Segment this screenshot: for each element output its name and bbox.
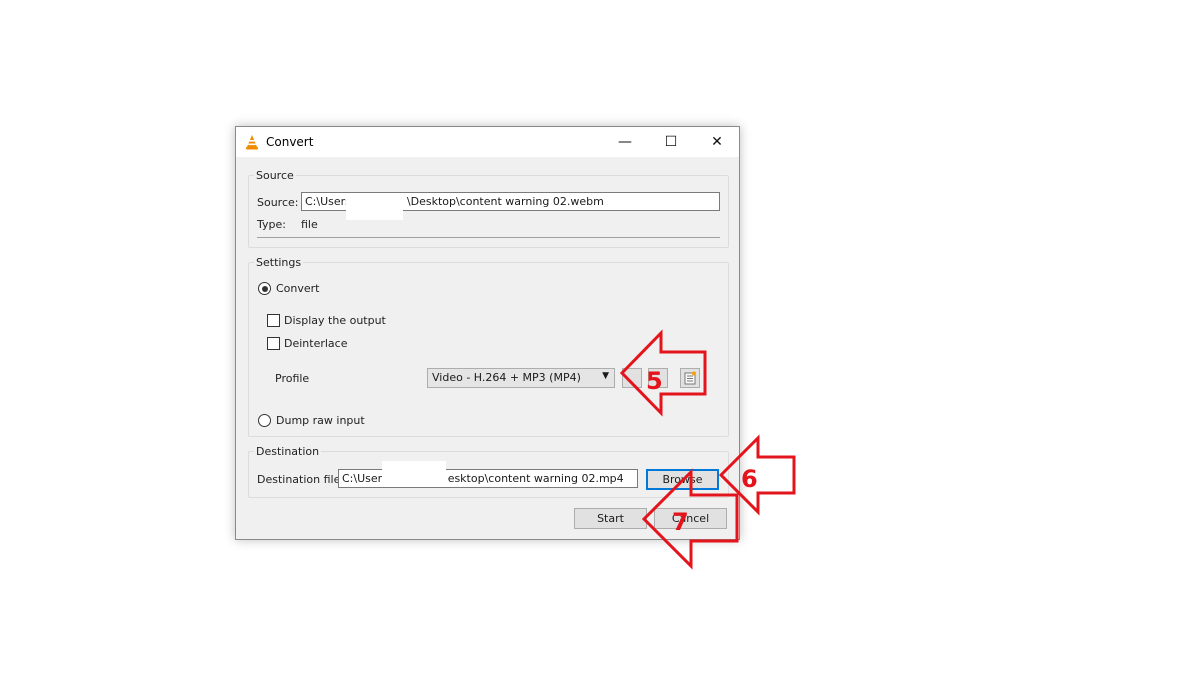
destination-group-title: Destination [254,445,322,458]
window-title: Convert [266,135,314,149]
destination-group: Destination Destination file: C:\User: es… [248,445,729,498]
profile-value: Video - H.264 + MP3 (MP4) [432,371,581,384]
deinterlace-label[interactable]: Deinterlace [284,337,347,350]
delete-profile-button[interactable] [648,368,668,388]
edit-profile-button[interactable] [622,368,642,388]
dump-raw-label[interactable]: Dump raw input [276,414,365,427]
display-output-label[interactable]: Display the output [284,314,386,327]
minimize-button[interactable]: — [602,127,648,157]
new-profile-button[interactable] [680,368,700,388]
close-button[interactable]: ✕ [694,127,740,157]
title-bar[interactable]: Convert — ☐ ✕ [236,127,739,157]
destination-path-end: esktop\content warning 02.mp4 [447,472,624,485]
dump-raw-radio[interactable] [258,414,271,427]
display-output-checkbox[interactable] [267,314,280,327]
deinterlace-checkbox[interactable] [267,337,280,350]
vlc-cone-icon [246,135,258,150]
source-path-start: C:\Users [305,195,351,208]
source-group: Source Source: C:\Users \Desktop\content … [248,169,729,248]
convert-label[interactable]: Convert [276,282,320,295]
redaction-box [346,196,403,220]
profile-select[interactable]: Video - H.264 + MP3 (MP4) ▼ [427,368,615,388]
settings-group-title: Settings [254,256,304,269]
source-label: Source: [257,196,299,209]
browse-button[interactable]: Browse [646,469,719,490]
convert-dialog: Convert — ☐ ✕ Source Source: C:\Users \De… [235,126,740,540]
new-profile-icon [684,371,696,385]
cancel-button[interactable]: Cancel [654,508,727,529]
maximize-button[interactable]: ☐ [648,127,694,157]
type-label: Type: [257,218,286,231]
source-path-end: \Desktop\content warning 02.webm [406,195,604,208]
profile-label: Profile [275,372,310,385]
source-group-title: Source [254,169,296,182]
settings-group: Settings Convert Display the output Dein… [248,256,729,437]
type-value: file [301,218,318,231]
convert-radio[interactable] [258,282,271,295]
redaction-box [382,461,446,485]
step-6-label: 6 [741,465,758,493]
destination-file-label: Destination file: [257,473,345,486]
dropdown-arrow-icon: ▼ [602,371,609,381]
start-button[interactable]: Start [574,508,647,529]
destination-path-start: C:\User: [342,472,386,485]
source-separator [257,237,720,238]
